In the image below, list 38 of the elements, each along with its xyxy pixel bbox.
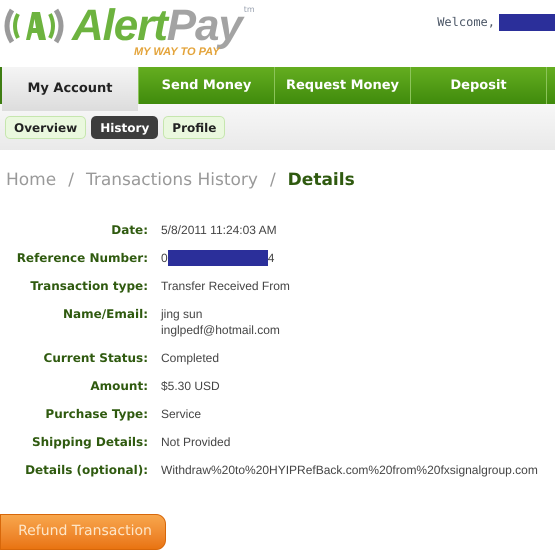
sub-tab[interactable]: Profile bbox=[163, 116, 226, 139]
field-label: Shipping Details: bbox=[30, 434, 148, 450]
trademark: tm bbox=[244, 4, 255, 14]
field-value: inglpedf@hotmail.com bbox=[161, 322, 280, 338]
field-label: Details (optional): bbox=[24, 462, 148, 478]
field-value: jing sun bbox=[161, 306, 202, 322]
field-value: 4 bbox=[268, 250, 274, 266]
field-value: Withdraw%20to%20HYIPRefBack.com%20from%20fxsignalgroup.com bbox=[161, 462, 538, 478]
field-value: 0 bbox=[161, 250, 168, 266]
nav-tab-edge bbox=[546, 67, 555, 104]
field-value: $5.30 USD bbox=[161, 378, 220, 394]
field-label: Amount: bbox=[89, 378, 148, 394]
welcome-text: Welcome, bbox=[437, 14, 495, 31]
brand-name: AlertPay bbox=[72, 4, 242, 48]
field-label: Transaction type: bbox=[29, 278, 148, 294]
breadcrumb-current: Details bbox=[288, 169, 355, 192]
breadcrumb-separator: / bbox=[68, 169, 74, 192]
field-label: Current Status: bbox=[42, 350, 148, 366]
tagline: MY WAY TO PAY bbox=[134, 46, 220, 58]
breadcrumb-link[interactable]: Home bbox=[6, 168, 56, 194]
field-label: Name/Email: bbox=[62, 306, 148, 322]
nav-tab[interactable]: Request Money bbox=[274, 67, 410, 104]
field-value: Completed bbox=[161, 350, 220, 366]
field-value: 5/8/2011 11:24:03 AM bbox=[161, 222, 277, 238]
refund-button[interactable]: Refund Transaction bbox=[0, 514, 166, 550]
nav-tab[interactable]: My Account bbox=[2, 67, 138, 111]
field-label: Purchase Type: bbox=[44, 406, 148, 422]
field-label: Reference Number: bbox=[16, 250, 148, 266]
field-value: Transfer Received From bbox=[161, 278, 290, 294]
sub-tab[interactable]: History bbox=[91, 116, 158, 139]
field-value: Not Provided bbox=[161, 434, 230, 450]
sub-tab[interactable]: Overview bbox=[5, 116, 86, 139]
nav-tab[interactable]: Deposit bbox=[410, 67, 546, 104]
nav-tab[interactable]: Send Money bbox=[138, 67, 274, 104]
field-label: Date: bbox=[110, 222, 148, 238]
breadcrumb-link[interactable]: Transactions History bbox=[86, 168, 258, 194]
breadcrumb-separator: / bbox=[270, 169, 276, 192]
field-value: Service bbox=[161, 406, 202, 422]
